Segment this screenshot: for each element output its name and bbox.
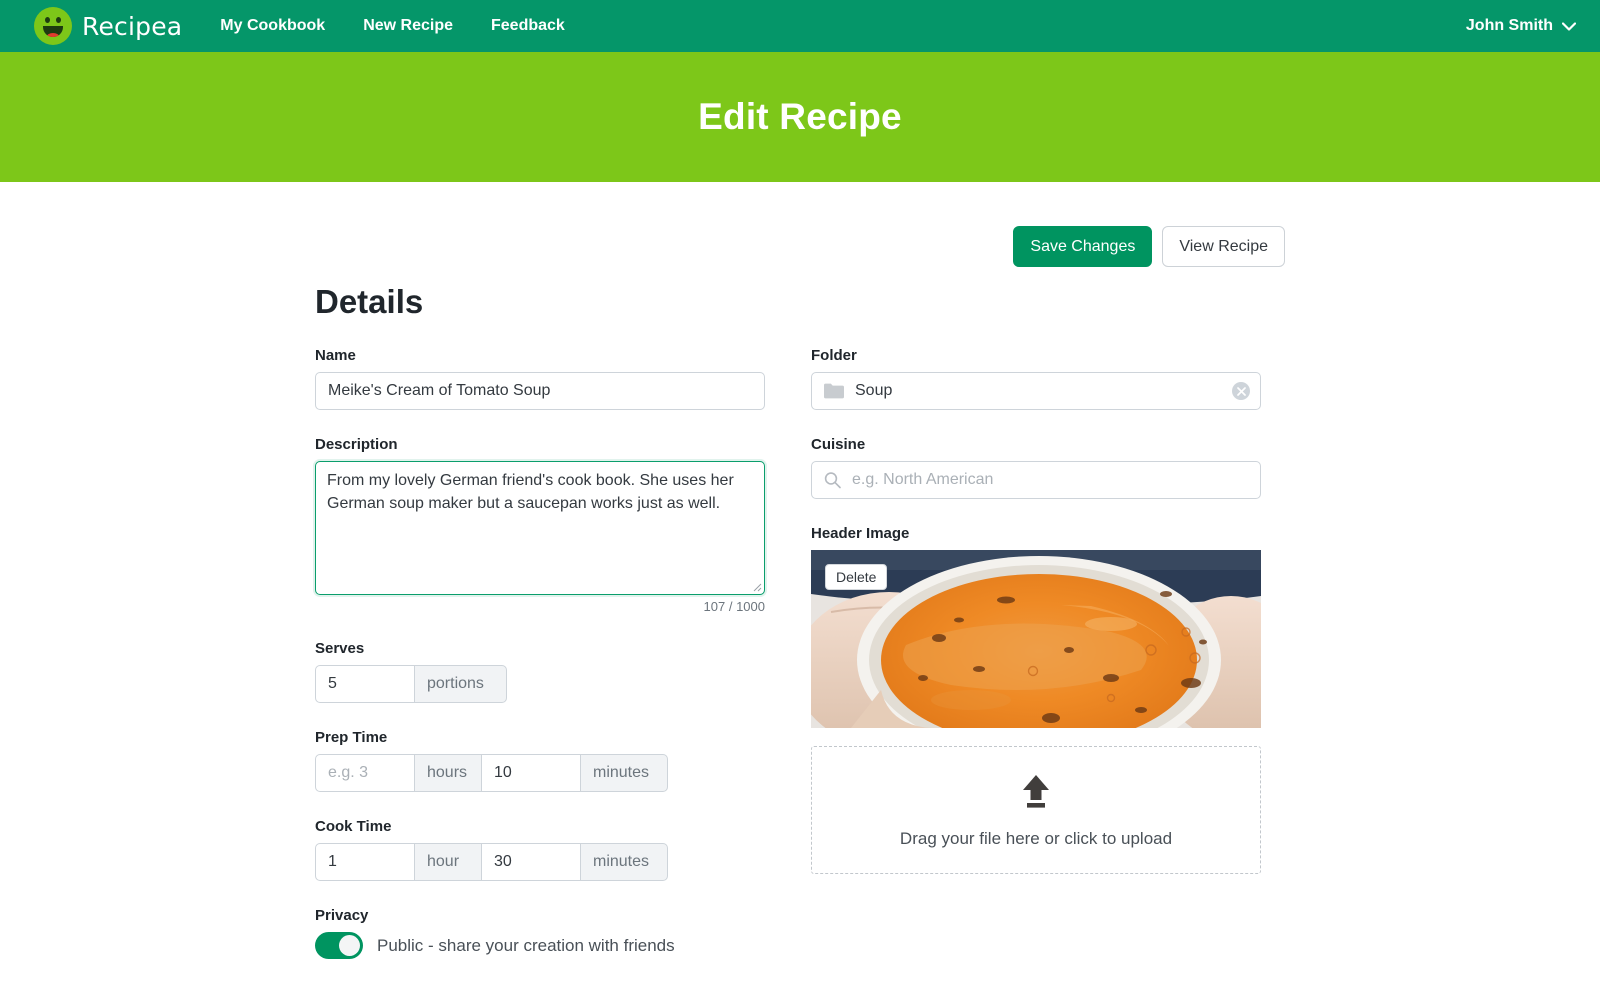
- folder-clear-button[interactable]: [1232, 382, 1250, 401]
- chevron-down-icon: [1562, 21, 1576, 31]
- right-column: Folder Soup Cuisine e.g. North American …: [811, 347, 1261, 985]
- section-title-details: Details: [315, 283, 424, 321]
- dropzone-text: Drag your file here or click to upload: [899, 829, 1173, 849]
- field-cuisine: Cuisine: [811, 436, 1261, 500]
- prep-minutes-input[interactable]: [481, 754, 581, 793]
- serves-input-group: portions: [315, 665, 765, 704]
- top-navbar: Recipea My Cookbook New Recipe Feedback …: [0, 0, 1600, 52]
- description-char-counter: 107 / 1000: [703, 599, 765, 615]
- cook-hours-unit-addon: hour: [414, 843, 482, 882]
- name-label: Name: [315, 347, 356, 365]
- user-menu[interactable]: John Smith: [1466, 17, 1576, 35]
- view-recipe-button[interactable]: View Recipe: [1162, 226, 1285, 268]
- field-prep-time: Prep Time hours minutes: [315, 729, 765, 793]
- field-cook-time: Cook Time hour minutes: [315, 818, 765, 882]
- user-name: John Smith: [1465, 17, 1553, 34]
- folder-select[interactable]: Soup: [811, 372, 1261, 411]
- prep-hours-input[interactable]: [315, 754, 415, 793]
- folder-label: Folder: [811, 347, 857, 365]
- header-image-preview: Delete: [811, 550, 1261, 729]
- name-input[interactable]: [315, 372, 765, 411]
- brand-logo[interactable]: Recipea: [34, 7, 182, 45]
- field-name: Name: [315, 347, 765, 411]
- cuisine-label: Cuisine: [811, 436, 866, 454]
- nav-links: My Cookbook New Recipe Feedback: [220, 17, 565, 35]
- page-banner: Edit Recipe: [0, 52, 1600, 182]
- brand-name: Recipea: [82, 11, 183, 41]
- prep-minutes-unit-addon: minutes: [580, 754, 668, 793]
- cook-minutes-input[interactable]: [481, 843, 581, 882]
- nav-link-new-recipe[interactable]: New Recipe: [363, 17, 453, 35]
- content-container: Save Changes View Recipe Details Name De…: [315, 182, 1285, 985]
- nav-link-feedback[interactable]: Feedback: [491, 17, 565, 35]
- nav-link-my-cookbook[interactable]: My Cookbook: [220, 17, 325, 35]
- description-label: Description: [315, 436, 398, 454]
- field-description: Description 107 / 1000: [315, 436, 765, 614]
- delete-image-button[interactable]: Delete: [825, 564, 888, 591]
- field-header-image: Header Image Delete Drag your file here …: [811, 525, 1261, 875]
- two-column-layout: Name Description 107 / 1000 Serves: [315, 347, 1285, 985]
- privacy-toggle-row: Public - share your creation with friend…: [315, 932, 765, 960]
- privacy-label: Privacy: [315, 907, 369, 925]
- prep-hours-unit-addon: hours: [414, 754, 482, 793]
- image-dropzone[interactable]: Drag your file here or click to upload: [811, 746, 1261, 875]
- description-textarea[interactable]: [315, 461, 765, 596]
- cook-minutes-unit-addon: minutes: [580, 843, 668, 882]
- serves-unit-addon: portions: [414, 665, 507, 704]
- cuisine-search-box: [811, 461, 1261, 500]
- save-changes-button[interactable]: Save Changes: [1013, 226, 1153, 268]
- field-privacy: Privacy Public - share your creation wit…: [315, 907, 765, 960]
- cuisine-input[interactable]: [811, 461, 1261, 500]
- field-serves: Serves portions: [315, 640, 765, 704]
- prep-time-label: Prep Time: [315, 729, 388, 747]
- cook-hours-input[interactable]: [315, 843, 415, 882]
- smiley-logo-icon: [34, 7, 72, 45]
- serves-label: Serves: [315, 640, 365, 658]
- field-folder: Folder Soup: [811, 347, 1261, 411]
- cook-time-input-group: hour minutes: [315, 843, 765, 882]
- privacy-toggle-label: Public - share your creation with friend…: [377, 935, 675, 955]
- folder-value: Soup: [855, 382, 893, 400]
- page-title: Edit Recipe: [698, 96, 902, 137]
- privacy-toggle[interactable]: [315, 932, 363, 960]
- prep-time-input-group: hours minutes: [315, 754, 765, 793]
- upload-arrow-icon: [1023, 775, 1049, 808]
- folder-icon: [824, 383, 844, 399]
- cook-time-label: Cook Time: [315, 818, 392, 836]
- serves-input[interactable]: [315, 665, 415, 704]
- page-body: Save Changes View Recipe Details Name De…: [0, 182, 1600, 1000]
- header-image-label: Header Image: [811, 525, 910, 543]
- action-buttons: Save Changes View Recipe: [315, 226, 1285, 268]
- left-column: Name Description 107 / 1000 Serves: [315, 347, 765, 985]
- clear-circle-icon: [1236, 386, 1246, 396]
